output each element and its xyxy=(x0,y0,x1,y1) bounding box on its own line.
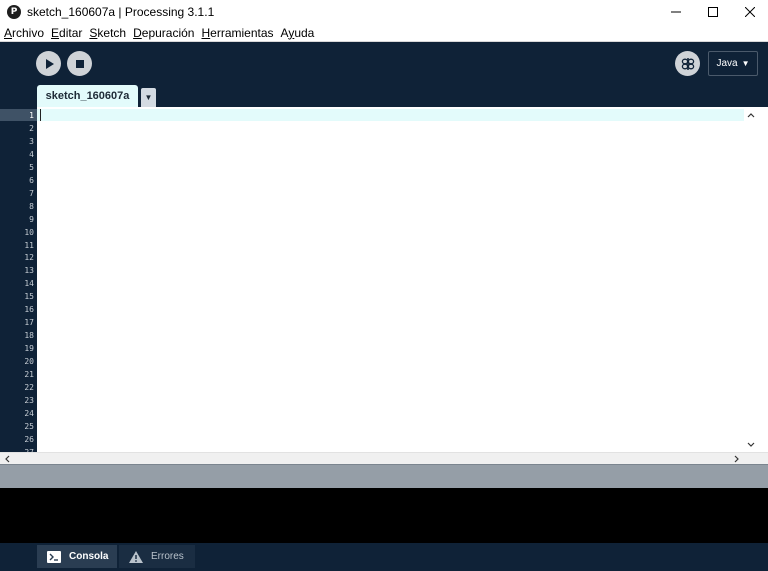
menu-label: uda xyxy=(294,25,315,40)
butterfly-icon xyxy=(681,57,694,70)
minimize-button[interactable] xyxy=(657,0,694,24)
menu-mnemonic: A xyxy=(4,25,13,40)
chevron-down-icon: ▼ xyxy=(741,59,750,68)
line-number: 2 xyxy=(29,123,34,133)
play-icon xyxy=(45,58,54,69)
editor-edge xyxy=(758,107,768,452)
warning-icon xyxy=(129,550,143,563)
line-number: 18 xyxy=(24,331,34,341)
menu-label: ditar xyxy=(59,25,83,40)
line-number: 6 xyxy=(29,175,34,185)
stop-button[interactable] xyxy=(67,51,92,76)
tab-menu-button[interactable]: ▼ xyxy=(141,88,156,107)
vertical-scrollbar[interactable] xyxy=(744,107,758,452)
debug-button[interactable] xyxy=(675,51,700,76)
close-icon xyxy=(744,7,755,17)
line-number: 23 xyxy=(24,395,34,405)
minimize-icon xyxy=(670,11,681,13)
line-number: 25 xyxy=(24,421,34,431)
stop-icon xyxy=(75,59,84,68)
chevron-right-icon xyxy=(734,455,739,463)
window-title: sketch_160607a | Processing 3.1.1 xyxy=(27,5,215,19)
line-number: 15 xyxy=(24,292,34,302)
text-caret xyxy=(40,109,41,121)
menu-label: rchivo xyxy=(12,25,45,40)
line-number: 24 xyxy=(24,408,34,418)
mode-selector[interactable]: Java ▼ xyxy=(708,51,758,76)
line-number: 22 xyxy=(24,382,34,392)
line-number: 1 xyxy=(29,111,34,120)
menu-label: ketch xyxy=(97,25,127,40)
line-number: 26 xyxy=(24,434,34,444)
run-button[interactable] xyxy=(36,51,61,76)
tab-sketch[interactable]: sketch_160607a xyxy=(37,85,138,107)
line-number: 17 xyxy=(24,318,34,328)
console-output[interactable] xyxy=(0,488,768,543)
line-number: 14 xyxy=(24,279,34,289)
menu-mnemonic: E xyxy=(51,25,60,40)
maximize-button[interactable] xyxy=(694,0,731,24)
line-number-gutter: 1 2 3 4 5 6 7 8 9 10 11 12 13 14 15 16 17 18 19 20 21 22 23 24 2… xyxy=(0,107,37,452)
tab-errors[interactable]: Errores xyxy=(119,545,195,568)
line-number: 12 xyxy=(24,253,34,263)
tab-strip: sketch_160607a ▼ xyxy=(0,85,768,107)
scroll-down-button[interactable] xyxy=(744,439,758,451)
menu-label: erramientas xyxy=(210,25,274,40)
mode-label: Java xyxy=(716,58,738,69)
line-number: 21 xyxy=(24,370,34,379)
console-tab-label: Consola xyxy=(69,551,109,562)
chevron-down-icon: ▼ xyxy=(144,93,153,102)
line-number: 10 xyxy=(24,227,34,237)
console-icon xyxy=(47,550,61,563)
menu-archivo[interactable]: Archivo xyxy=(0,25,47,41)
maximize-icon xyxy=(707,7,718,17)
menu-label: epuración xyxy=(141,25,195,40)
menu-bar: Archivo Editar Sketch Depuración Herrami… xyxy=(0,24,768,42)
current-line-highlight xyxy=(37,109,744,121)
line-number: 11 xyxy=(24,240,34,250)
footer-bar: Consola Errores xyxy=(0,543,768,571)
window-controls xyxy=(657,0,768,24)
line-number: 9 xyxy=(29,214,34,224)
status-divider[interactable] xyxy=(0,464,768,488)
close-button[interactable] xyxy=(731,0,768,24)
menu-ayuda[interactable]: Ayuda xyxy=(277,25,318,41)
line-number: 5 xyxy=(29,162,34,172)
horizontal-scrollbar[interactable] xyxy=(0,452,768,464)
line-number: 8 xyxy=(29,201,34,211)
chevron-left-icon xyxy=(5,455,10,463)
line-number: 16 xyxy=(24,305,34,315)
line-number: 3 xyxy=(29,136,34,146)
menu-mnemonic: H xyxy=(201,25,211,40)
chevron-down-icon xyxy=(747,442,755,447)
line-number: 13 xyxy=(24,266,34,276)
errors-tab-label: Errores xyxy=(151,551,184,562)
code-editor: 1 2 3 4 5 6 7 8 9 10 11 12 13 14 15 16 17 18 19 20 21 22 23 24 2… xyxy=(0,107,768,452)
line-number: 20 xyxy=(24,357,34,367)
line-number: 4 xyxy=(29,149,34,159)
menu-herramientas[interactable]: Herramientas xyxy=(197,25,276,41)
code-text-area[interactable] xyxy=(37,107,744,452)
tab-console[interactable]: Consola xyxy=(37,545,117,568)
toolbar: Java ▼ xyxy=(0,42,768,85)
menu-editar[interactable]: Editar xyxy=(47,25,85,41)
title-bar: P sketch_160607a | Processing 3.1.1 xyxy=(0,0,768,24)
scroll-up-button[interactable] xyxy=(744,109,758,121)
menu-mnemonic: D xyxy=(133,25,142,40)
line-number: 7 xyxy=(29,188,34,198)
chevron-up-icon xyxy=(747,113,755,118)
menu-sketch[interactable]: Sketch xyxy=(85,25,129,41)
processing-logo-icon: P xyxy=(7,5,21,19)
menu-depuracion[interactable]: Depuración xyxy=(129,25,197,41)
line-number: 19 xyxy=(24,344,34,354)
